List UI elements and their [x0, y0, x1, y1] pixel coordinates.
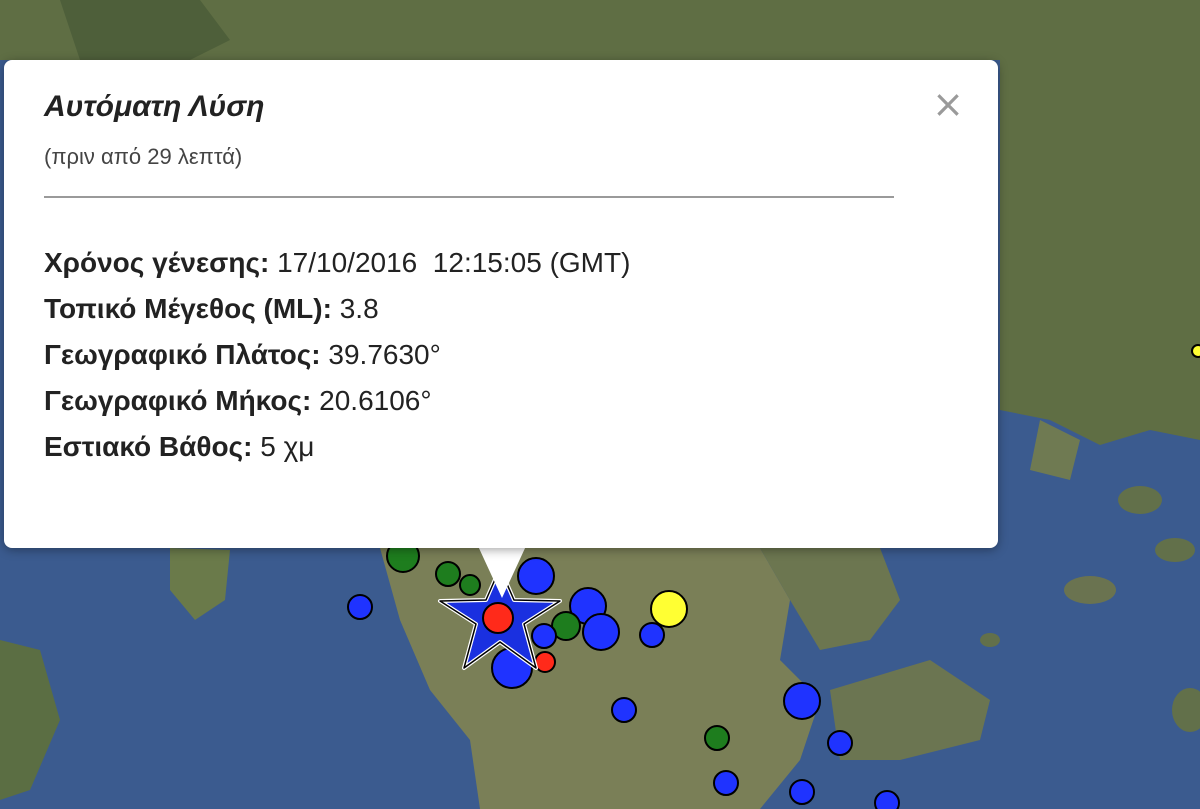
earthquake-marker[interactable] [1191, 344, 1200, 358]
land-thasos [1118, 486, 1162, 514]
earthquake-marker[interactable] [435, 561, 461, 587]
latitude-value: 39.7630° [328, 339, 441, 370]
earthquake-marker[interactable] [531, 623, 557, 649]
latitude-label: Γεωγραφικό Πλάτος: [44, 339, 321, 370]
popup-title: Αυτόματη Λύση [44, 90, 265, 123]
earthquake-info-popup: × Αυτόματη Λύση (πριν από 29 λεπτά) Χρόν… [4, 60, 998, 548]
earthquake-marker[interactable] [459, 574, 481, 596]
close-button[interactable]: × [928, 84, 968, 124]
earthquake-marker[interactable] [347, 594, 373, 620]
origin-time-row: Χρόνος γένεσης: 17/10/2016 12:15:05 (GMT… [44, 240, 630, 286]
earthquake-marker[interactable] [534, 651, 556, 673]
longitude-row: Γεωγραφικό Μήκος: 20.6106° [44, 378, 630, 424]
earthquake-marker[interactable] [611, 697, 637, 723]
magnitude-label: Τοπικό Μέγεθος (ML): [44, 293, 332, 324]
popup-subtitle: (πριν από 29 λεπτά) [44, 144, 243, 169]
depth-label: Εστιακό Βάθος: [44, 431, 253, 462]
land-small-island [980, 633, 1000, 647]
divider [44, 196, 894, 198]
earthquake-marker[interactable] [650, 590, 688, 628]
origin-time-label: Χρόνος γένεσης: [44, 247, 270, 278]
earthquake-marker[interactable] [582, 613, 620, 651]
longitude-value: 20.6106° [319, 385, 432, 416]
earthquake-marker[interactable] [789, 779, 815, 805]
earthquake-details: Χρόνος γένεσης: 17/10/2016 12:15:05 (GMT… [44, 240, 630, 470]
longitude-label: Γεωγραφικό Μήκος: [44, 385, 312, 416]
earthquake-marker[interactable] [713, 770, 739, 796]
land-lemnos [1155, 538, 1195, 562]
magnitude-row: Τοπικό Μέγεθος (ML): 3.8 [44, 286, 630, 332]
popup-pointer [478, 546, 526, 598]
latitude-row: Γεωγραφικό Πλάτος: 39.7630° [44, 332, 630, 378]
land-coast-northwest [60, 0, 230, 60]
earthquake-marker[interactable] [827, 730, 853, 756]
magnitude-value: 3.8 [339, 293, 379, 324]
epicenter-dot [482, 602, 514, 634]
depth-value: 5 χμ [260, 431, 315, 462]
earthquake-marker[interactable] [639, 622, 665, 648]
land-skiathos [1064, 576, 1116, 604]
earthquake-marker[interactable] [874, 790, 900, 809]
earthquake-marker[interactable] [704, 725, 730, 751]
depth-row: Εστιακό Βάθος: 5 χμ [44, 424, 630, 470]
earthquake-marker[interactable] [783, 682, 821, 720]
origin-time-value: 17/10/2016 12:15:05 (GMT) [277, 247, 631, 278]
